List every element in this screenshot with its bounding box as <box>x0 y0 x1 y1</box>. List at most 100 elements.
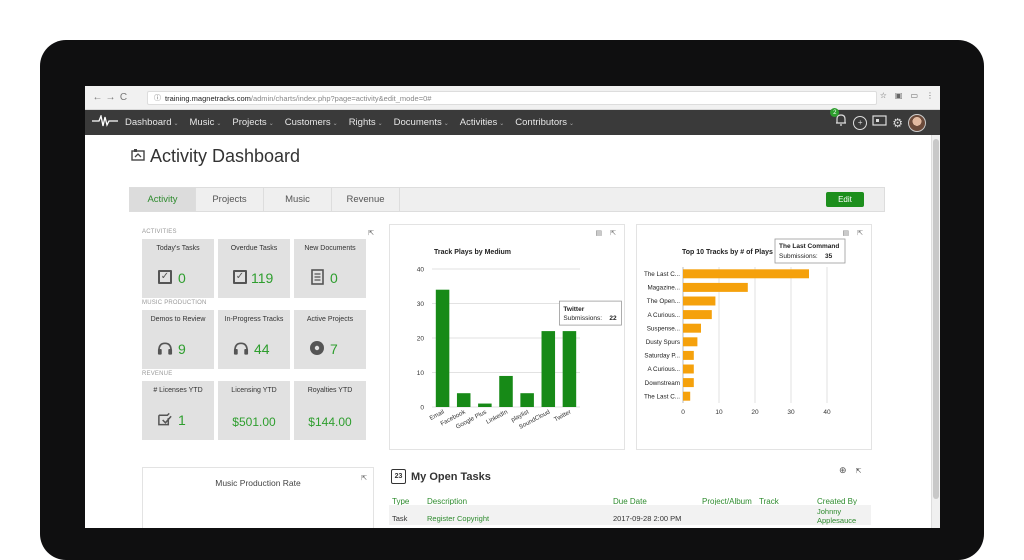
extension-icon[interactable]: ▣ <box>895 91 903 100</box>
nav-item-documents[interactable]: Documents ⌄ <box>394 117 449 128</box>
task-description-link[interactable]: Register Copyright <box>427 514 489 523</box>
add-circle-icon[interactable]: + <box>853 115 868 130</box>
production-title: Music Production Rate <box>215 478 301 488</box>
tile-label: Licensing YTD <box>231 387 277 394</box>
bar <box>456 393 471 407</box>
tile-active-projects[interactable]: Active Projects 7 <box>294 310 366 369</box>
browser-menu-icon[interactable]: ⋮ <box>926 91 934 100</box>
pin-icon[interactable]: ⇱ <box>856 467 862 476</box>
nav-item-label: Projects <box>232 117 267 128</box>
tab-projects[interactable]: Projects <box>196 188 264 211</box>
disc-icon <box>309 340 325 356</box>
chevron-down-icon: ⌄ <box>499 121 505 127</box>
bar <box>499 375 513 407</box>
tile-label: Royalties YTD <box>307 387 353 394</box>
dashboard-icon <box>131 148 146 165</box>
y-tick-label: The Open... <box>647 298 681 305</box>
waveform-logo-icon[interactable] <box>85 113 125 130</box>
chevron-down-icon: ⌄ <box>569 121 575 127</box>
tooltip-title: Twitter <box>563 306 584 313</box>
bar <box>683 310 712 320</box>
pin-icon[interactable]: ⇱ <box>368 229 374 237</box>
tile-licenses-ytd[interactable]: # Licenses YTD 1 <box>142 381 214 440</box>
nav-item-label: Dashboard <box>125 117 172 128</box>
track-plays-chart: 010203040EmailFacebookGoogle PlusLinkedI… <box>417 267 622 431</box>
y-tick-label: The Last C... <box>644 393 680 400</box>
x-tick-label: Twitter <box>553 409 572 424</box>
cast-icon[interactable]: ▭ <box>910 91 918 100</box>
back-icon[interactable]: ← <box>91 92 104 103</box>
check-icon: ✓ <box>232 269 248 285</box>
bar <box>562 331 577 407</box>
nav-item-customers[interactable]: Customers ⌄ <box>285 117 338 128</box>
nav-item-label: Contributors <box>515 117 568 128</box>
section-label-revenue: REVENUE <box>142 371 173 377</box>
y-tick-label: 40 <box>417 267 425 274</box>
scrollbar-thumb[interactable] <box>933 139 939 499</box>
bar <box>683 323 701 333</box>
tab-music[interactable]: Music <box>264 188 332 211</box>
tile-label: Today's Tasks <box>156 245 200 252</box>
x-tick-label: 30 <box>787 409 795 416</box>
url-host: training.magnetracks.com <box>165 93 251 103</box>
chart-tooltip: Twitter Submissions: 22 <box>559 300 622 326</box>
tab-revenue[interactable]: Revenue <box>332 188 400 211</box>
nav-item-rights[interactable]: Rights ⌄ <box>349 117 383 128</box>
track-plays-card: ▤ ⇱ Track Plays by Medium 0 10 20 30 40 Email… <box>389 224 625 450</box>
screen-icon[interactable] <box>872 114 887 132</box>
bar <box>683 391 691 401</box>
x-tick-label: 20 <box>751 409 759 416</box>
tile-licensing-ytd[interactable]: Licensing YTD $501.00 <box>218 381 290 440</box>
tile-in-progress-tracks[interactable]: In-Progress Tracks 44 <box>218 310 290 369</box>
tile-overdue-tasks[interactable]: Overdue Tasks ✓ 119 <box>218 239 290 298</box>
bar <box>435 289 450 407</box>
section-label-music: MUSIC PRODUCTION <box>142 300 207 306</box>
tile-demos-to-review[interactable]: Demos to Review 9 <box>142 310 214 369</box>
tasks-tools: ⊕ ⇱ <box>839 465 861 476</box>
headphones-icon <box>157 340 173 356</box>
y-tick-label: Dusty Spurs <box>646 339 680 346</box>
notifications-bell-icon[interactable]: 2 <box>830 108 848 132</box>
chevron-down-icon: ⌄ <box>268 121 274 127</box>
edit-button[interactable]: Edit <box>826 192 864 207</box>
calendar-icon: 23 <box>391 469 406 484</box>
nav-item-projects[interactable]: Projects ⌄ <box>232 117 273 128</box>
gear-icon[interactable]: ⚙ <box>892 116 903 130</box>
nav-menu: Dashboard ⌄ Music ⌄ Projects ⌄ Customers ⌄ Right… <box>125 117 585 128</box>
address-bar[interactable]: ⓘ training.magnetracks.com/admin/charts/… <box>147 91 877 105</box>
revenue-tiles: # Licenses YTD 1 Licensing YTD $501.00 R… <box>142 381 374 440</box>
stats-panel: ⇱ ACTIVITIES Today's Tasks ✓ 0 Overdue T… <box>142 229 374 459</box>
tile-label: Demos to Review <box>150 316 206 323</box>
task-created-by[interactable]: Johnny Applesauce <box>817 507 856 525</box>
page-scrollbar[interactable] <box>931 135 940 528</box>
y-tick-label: The Last C... <box>644 271 680 278</box>
top-tracks-chart: 0 10 20 30 40 The Last C... Magazine... The Ope… <box>644 238 846 416</box>
tile-todays-tasks[interactable]: Today's Tasks ✓ 0 <box>142 239 214 298</box>
bookmark-star-icon[interactable]: ☆ <box>880 91 887 100</box>
tile-value: 0 <box>330 270 338 286</box>
tile-value: 119 <box>251 270 274 286</box>
tile-value: 9 <box>178 341 186 357</box>
pin-icon[interactable]: ⇱ <box>361 474 367 482</box>
y-tick-label: 10 <box>417 370 425 377</box>
tile-label: Overdue Tasks <box>230 245 278 252</box>
tile-royalties-ytd[interactable]: Royalties YTD $144.00 <box>294 381 366 440</box>
bar <box>520 393 534 407</box>
headphones-icon <box>233 340 249 356</box>
nav-item-label: Documents <box>393 117 442 128</box>
forward-icon[interactable]: → <box>104 92 117 103</box>
reload-icon[interactable]: C <box>117 92 130 103</box>
user-avatar[interactable] <box>908 113 926 132</box>
nav-item-activities[interactable]: Activities ⌄ <box>460 117 505 128</box>
tab-activity[interactable]: Activity <box>130 188 196 211</box>
y-tick-label: 30 <box>417 301 425 308</box>
task-due-date: 2017-09-28 2:00 PM <box>613 514 682 523</box>
nav-item-contributors[interactable]: Contributors ⌄ <box>515 117 574 128</box>
activities-tiles: Today's Tasks ✓ 0 Overdue Tasks ✓ 119 Ne… <box>142 239 374 298</box>
nav-item-dashboard[interactable]: Dashboard ⌄ <box>125 117 179 128</box>
bar <box>683 269 809 279</box>
tile-new-documents[interactable]: New Documents 0 <box>294 239 366 298</box>
navbar-icons: 2 + ⚙ <box>830 108 926 132</box>
nav-item-music[interactable]: Music ⌄ <box>190 117 222 128</box>
add-task-icon[interactable]: ⊕ <box>839 465 847 476</box>
